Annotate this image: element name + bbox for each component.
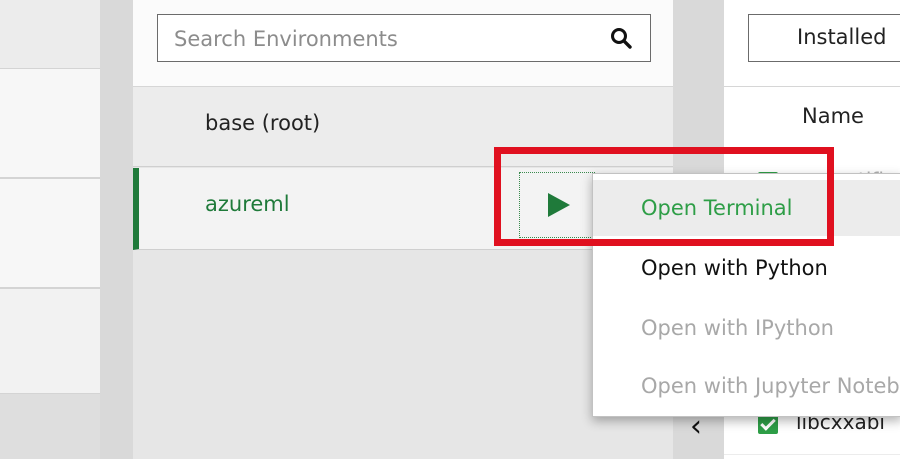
play-icon <box>548 193 570 217</box>
nav-item-learning[interactable] <box>0 288 100 394</box>
environment-name: azureml <box>205 192 290 216</box>
package-checkbox[interactable] <box>758 414 778 434</box>
menu-item-open-with-jupyter-notebook: Open with Jupyter Notebook <box>641 374 900 398</box>
search-icon[interactable] <box>610 27 632 49</box>
package-filter-value: Installed <box>797 25 887 49</box>
env-search-area <box>133 0 673 87</box>
menu-item-open-with-python[interactable]: Open with Python <box>593 240 900 296</box>
nav-footer <box>0 394 100 459</box>
divider <box>724 86 900 87</box>
nav-item-environments[interactable] <box>0 178 100 288</box>
nav-item-home[interactable] <box>0 68 100 178</box>
left-navigation <box>0 0 100 459</box>
environment-row-base[interactable]: base (root) <box>133 87 673 167</box>
menu-item-open-terminal[interactable]: Open Terminal <box>593 180 900 236</box>
menu-item-open-with-ipython: Open with IPython <box>641 316 834 340</box>
search-environments-input[interactable] <box>172 15 586 63</box>
environment-context-menu: Open Terminal Open with Python Open with… <box>592 173 900 417</box>
environment-name: base (root) <box>205 111 321 135</box>
search-box <box>157 14 651 63</box>
environment-run-button[interactable] <box>519 172 595 238</box>
name-column-header[interactable]: Name <box>802 104 864 128</box>
package-filter-select[interactable]: Installed <box>748 14 900 62</box>
